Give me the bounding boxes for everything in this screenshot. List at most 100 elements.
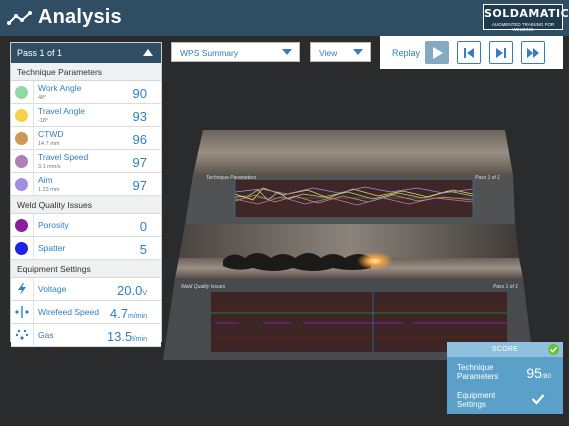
row-divider xyxy=(33,81,34,104)
score-equipment-label-line2: Settings xyxy=(457,400,486,409)
param-label: Work Angle xyxy=(38,83,82,93)
section-weld-quality-issues: Weld Quality Issues xyxy=(11,196,161,214)
pass-selector-label: Pass 1 of 1 xyxy=(17,48,63,58)
issue-value: 5 xyxy=(139,242,147,257)
scene-quality-pass: Pass 1 of 1 xyxy=(493,284,519,290)
lightning-icon xyxy=(15,283,29,297)
row-divider xyxy=(33,237,34,260)
row-divider xyxy=(33,278,34,301)
brand-name: SOLDAMATIC xyxy=(484,7,569,20)
setting-number: 20.0 xyxy=(117,283,143,298)
score-equipment-row: Equipment Settings xyxy=(447,385,563,413)
param-label: Travel Speed xyxy=(38,152,89,162)
color-dot-icon xyxy=(15,155,28,168)
row-divider xyxy=(33,173,34,196)
brand-tagline: AUGMENTED TRAINING FOR WELDING xyxy=(491,22,555,32)
wps-summary-label: WPS Summary xyxy=(180,48,239,58)
wps-summary-dropdown[interactable]: WPS Summary xyxy=(171,42,300,62)
pass-selector[interactable]: Pass 1 of 1 xyxy=(11,43,161,63)
fast-forward-icon xyxy=(527,48,539,58)
row-divider xyxy=(33,324,34,347)
check-circle-icon xyxy=(548,344,559,355)
setting-value: 4.7m/min xyxy=(110,306,147,321)
issue-value: 0 xyxy=(139,219,147,234)
skip-to-end-button[interactable] xyxy=(489,41,513,64)
score-equipment-label-line1: Equipment xyxy=(457,391,496,400)
setting-unit: V xyxy=(142,290,147,297)
equipment-row-voltage[interactable]: Voltage 20.0V xyxy=(11,278,161,301)
color-dot-icon xyxy=(15,219,28,232)
setting-value: 20.0V xyxy=(117,283,147,298)
view-dropdown[interactable]: View xyxy=(310,42,371,62)
quality-row-porosity[interactable]: Porosity 0 xyxy=(11,214,161,237)
row-divider xyxy=(33,150,34,173)
param-sub: 1.23 mm xyxy=(38,187,60,193)
setting-number: 13.5 xyxy=(106,329,133,344)
color-dot-icon xyxy=(15,132,28,145)
play-icon xyxy=(433,47,443,59)
section-equipment-settings: Equipment Settings xyxy=(11,260,161,278)
page-title: Analysis xyxy=(38,6,122,28)
score-technique-label: Technique Parameters xyxy=(457,363,498,381)
scene-technique-label: Technique Parameters xyxy=(206,175,257,181)
score-panel: SCORE Technique Parameters 95/80 Equipme… xyxy=(447,342,563,414)
play-button[interactable] xyxy=(425,41,449,64)
setting-unit: l/min xyxy=(132,336,147,343)
technique-row-travel-speed[interactable]: Travel Speed 3.1 mm/s 97 xyxy=(11,150,161,173)
caret-up-icon xyxy=(143,49,153,56)
technique-row-ctwd[interactable]: CTWD 14.7 mm 96 xyxy=(11,127,161,150)
param-value: 97 xyxy=(132,178,147,193)
technique-row-travel-angle[interactable]: Travel Angle -18° 93 xyxy=(11,104,161,127)
param-value: 90 xyxy=(132,86,147,101)
fast-forward-button[interactable] xyxy=(521,41,545,64)
param-sub: 14.7 mm xyxy=(38,141,60,147)
scene-technique-pass: Pass 1 of 1 xyxy=(475,175,501,181)
wirefeed-icon xyxy=(15,306,29,320)
row-divider xyxy=(33,301,34,324)
skip-forward-icon xyxy=(496,48,506,58)
score-technique-number: 95 xyxy=(526,365,542,381)
skip-back-icon xyxy=(464,48,474,58)
checkmark-icon xyxy=(531,394,545,405)
score-technique-max: /80 xyxy=(541,373,551,380)
quality-row-spatter[interactable]: Spatter 5 xyxy=(11,237,161,260)
score-title: SCORE xyxy=(491,346,519,353)
technique-row-work-angle[interactable]: Work Angle 48° 90 xyxy=(11,81,161,104)
replay-label: Replay xyxy=(392,48,421,58)
view-label: View xyxy=(319,48,338,58)
param-sub: 48° xyxy=(38,95,47,101)
setting-label: Gas xyxy=(38,330,54,340)
param-sub: 3.1 mm/s xyxy=(38,164,61,170)
param-value: 97 xyxy=(132,155,147,170)
row-divider xyxy=(33,127,34,150)
param-label: Travel Angle xyxy=(38,106,85,116)
weld-3d-view[interactable]: Technique Parameters Pass 1 of 1 Weld Qu… xyxy=(163,120,553,370)
score-equipment-label: Equipment Settings xyxy=(457,391,495,409)
param-label: Aim xyxy=(38,175,53,185)
setting-value: 13.5l/min xyxy=(107,329,147,344)
row-divider xyxy=(33,214,34,237)
top-bar: Analysis SOLDAMATIC AUGMENTED TRAINING F… xyxy=(0,0,569,36)
score-technique-label-line2: Parameters xyxy=(457,372,499,381)
color-dot-icon xyxy=(15,109,28,122)
section-technique-parameters: Technique Parameters xyxy=(11,63,161,81)
replay-controls: Replay xyxy=(380,36,563,69)
chevron-down-icon xyxy=(282,49,292,55)
issue-label: Spatter xyxy=(38,243,66,253)
setting-number: 4.7 xyxy=(109,306,128,321)
score-header: SCORE xyxy=(447,342,563,357)
param-value: 96 xyxy=(132,132,147,147)
equipment-row-gas[interactable]: Gas 13.5l/min xyxy=(11,324,161,347)
technique-row-aim[interactable]: Aim 1.23 mm 97 xyxy=(11,173,161,196)
parameters-panel: Pass 1 of 1 Technique Parameters Work An… xyxy=(10,42,162,347)
weld-scene-graphic xyxy=(163,130,533,360)
score-technique-value: 95/80 xyxy=(526,365,551,381)
skip-to-start-button[interactable] xyxy=(457,41,481,64)
chevron-down-icon xyxy=(353,49,363,55)
setting-unit: m/min xyxy=(127,313,147,320)
equipment-row-wirefeed-speed[interactable]: Wirefeed Speed 4.7m/min xyxy=(11,301,161,324)
color-dot-icon xyxy=(15,242,28,255)
setting-label: Wirefeed Speed xyxy=(38,307,99,317)
color-dot-icon xyxy=(15,178,28,191)
issue-label: Porosity xyxy=(38,220,69,230)
